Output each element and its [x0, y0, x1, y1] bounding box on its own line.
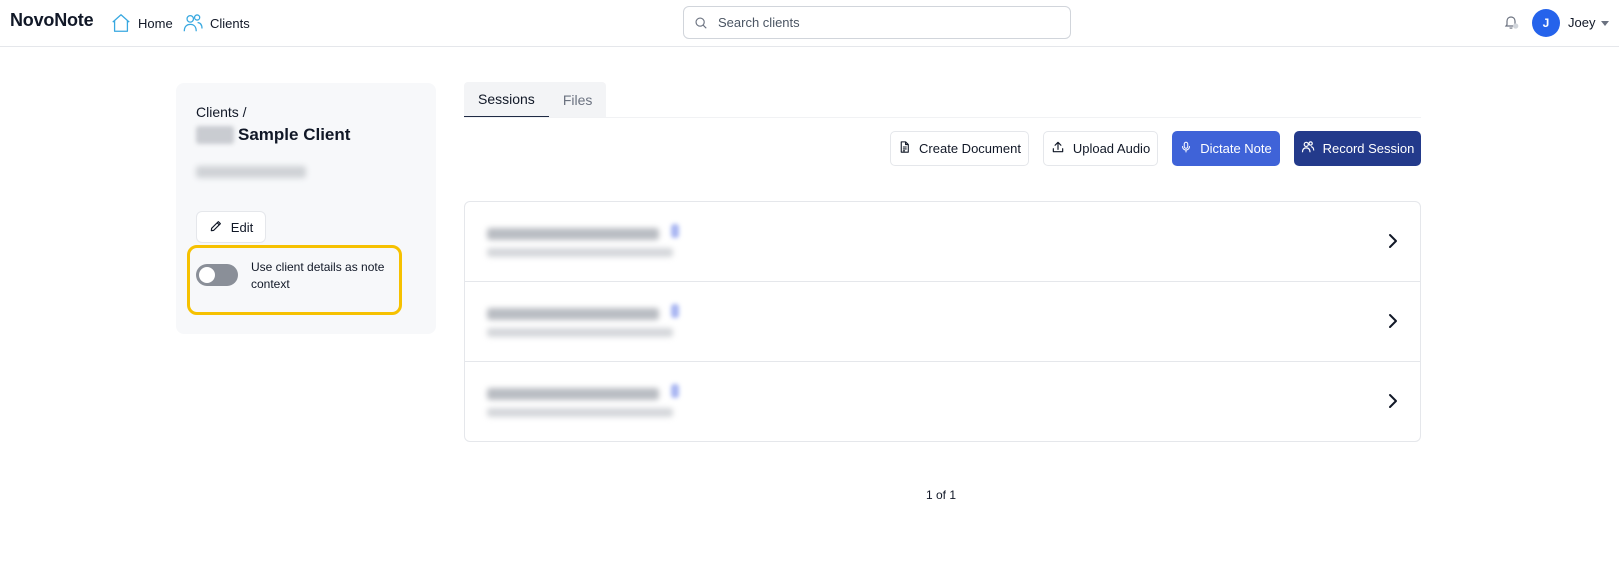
pagination-label: 1 of 1	[925, 488, 957, 502]
tab-sessions[interactable]: Sessions	[464, 82, 549, 118]
tab-bar: Sessions Files	[464, 82, 607, 118]
redacted-session-meta	[487, 248, 673, 257]
users-icon	[1301, 140, 1315, 157]
create-document-button[interactable]: Create Document	[890, 131, 1029, 166]
tab-files[interactable]: Files	[549, 82, 607, 118]
redacted-client-dob	[196, 166, 306, 178]
client-details-card: Clients / Sample Client Edit Use client …	[176, 83, 436, 334]
redacted-microphone-icon	[671, 384, 679, 398]
edit-button-label: Edit	[230, 219, 254, 235]
dictate-note-label: Dictate Note	[1200, 141, 1272, 156]
home-icon	[110, 12, 132, 34]
redacted-microphone-icon	[671, 224, 679, 238]
upload-audio-button[interactable]: Upload Audio	[1043, 131, 1158, 166]
sessions-list	[464, 201, 1421, 442]
client-context-toggle[interactable]	[196, 264, 238, 286]
brand-logo[interactable]: NovoNote	[10, 10, 94, 31]
upload-icon	[1051, 140, 1065, 157]
microphone-icon	[1180, 140, 1192, 157]
create-document-label: Create Document	[919, 141, 1021, 156]
user-name: Joey	[1568, 15, 1596, 30]
redacted-microphone-icon	[671, 304, 679, 318]
session-row[interactable]	[465, 362, 1420, 442]
tab-divider	[464, 117, 1421, 118]
client-name: Sample Client	[196, 125, 350, 145]
dictate-note-button[interactable]: Dictate Note	[1172, 131, 1280, 166]
redacted-session-title	[487, 388, 659, 400]
chevron-right-icon	[1388, 313, 1398, 329]
search-box[interactable]	[683, 6, 1071, 39]
document-icon	[898, 140, 911, 157]
search-icon	[694, 16, 708, 30]
chevron-right-icon	[1388, 233, 1398, 249]
record-session-button[interactable]: Record Session	[1294, 131, 1421, 166]
toggle-knob	[199, 267, 215, 283]
nav-home-label: Home	[138, 15, 173, 31]
nav-home[interactable]: Home	[110, 11, 173, 35]
upload-audio-label: Upload Audio	[1072, 141, 1151, 156]
top-bar: NovoNote Home Clients Search clients J J…	[0, 0, 1619, 47]
users-icon	[182, 12, 204, 34]
redacted-session-meta	[487, 408, 673, 417]
redacted-session-title	[487, 228, 659, 240]
nav-clients-label: Clients	[210, 15, 250, 31]
breadcrumb[interactable]: Clients /	[196, 104, 247, 120]
redacted-session-title	[487, 308, 659, 320]
record-session-label: Record Session	[1322, 141, 1415, 156]
session-row[interactable]	[465, 282, 1420, 362]
search-input[interactable]	[718, 7, 1070, 38]
user-menu[interactable]: Joey	[1568, 15, 1610, 30]
client-name-text: Sample Client	[238, 125, 351, 144]
client-context-toggle-label: Use client details as note context	[251, 260, 385, 291]
bell-icon[interactable]	[1503, 14, 1519, 30]
edit-button[interactable]: Edit	[196, 211, 266, 243]
pencil-icon	[209, 219, 223, 236]
chevron-right-icon	[1388, 393, 1398, 409]
session-row[interactable]	[465, 202, 1420, 282]
nav-clients[interactable]: Clients	[182, 11, 250, 35]
redacted-client-id	[196, 126, 234, 144]
avatar[interactable]: J	[1532, 9, 1560, 37]
redacted-session-meta	[487, 328, 673, 337]
caret-down-icon	[1601, 15, 1610, 30]
